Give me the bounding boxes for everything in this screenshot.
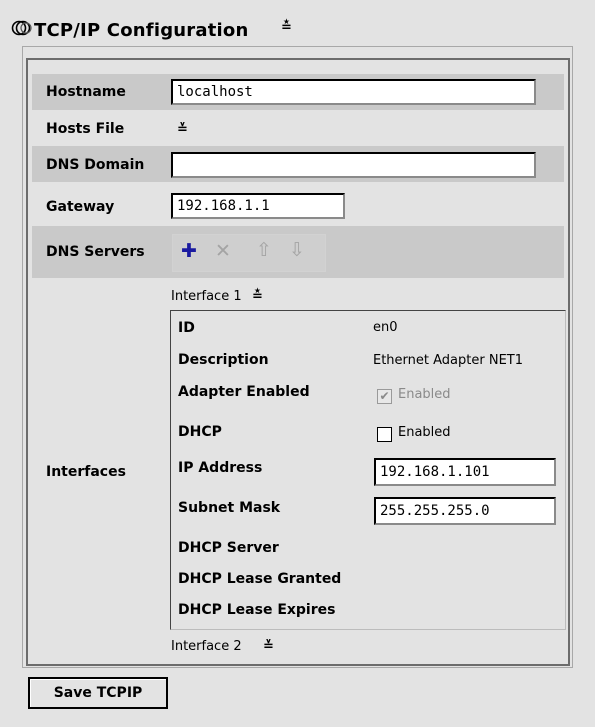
dns-servers-label: DNS Servers	[46, 244, 145, 260]
dns-domain-label: DNS Domain	[46, 157, 145, 173]
adapter-enabled-text: Enabled	[398, 387, 451, 402]
adapter-enabled-label: Adapter Enabled	[178, 384, 310, 400]
dhcp-server-label: DHCP Server	[178, 540, 279, 556]
dhcp-lease-expires-label: DHCP Lease Expires	[178, 602, 336, 618]
gateway-label: Gateway	[46, 199, 115, 215]
remove-icon[interactable]: ✕	[215, 240, 231, 262]
collapse-section-toggle[interactable]: ≛	[281, 20, 292, 35]
interfaces-label: Interfaces	[46, 464, 126, 480]
subnet-mask-label: Subnet Mask	[178, 500, 281, 516]
description-label: Description	[178, 352, 269, 368]
hostname-input[interactable]	[171, 79, 536, 105]
network-rings-icon	[11, 20, 32, 36]
dhcp-lease-granted-label: DHCP Lease Granted	[178, 571, 342, 587]
hostname-label: Hostname	[46, 84, 126, 100]
interface-2-expand-icon[interactable]: ≚	[263, 639, 274, 654]
move-up-icon[interactable]: ⇧	[256, 239, 272, 261]
adapter-enabled-checkbox: ✔	[377, 389, 392, 404]
interface-2-header: Interface 2	[171, 639, 242, 654]
description-value: Ethernet Adapter NET1	[373, 353, 523, 368]
save-tcpip-button[interactable]: Save TCPIP	[28, 677, 168, 709]
interface-1-header: Interface 1	[171, 289, 242, 304]
id-label: ID	[178, 320, 195, 336]
dhcp-enabled-text: Enabled	[398, 425, 451, 440]
subnet-mask-input[interactable]	[374, 497, 556, 525]
dhcp-checkbox[interactable]	[377, 427, 392, 442]
id-value: en0	[373, 320, 398, 335]
interface-1-collapse-icon[interactable]: ≛	[252, 289, 263, 304]
add-icon[interactable]: ✚	[181, 240, 197, 262]
ip-address-input[interactable]	[374, 458, 556, 486]
dns-domain-input[interactable]	[171, 152, 536, 178]
gateway-input[interactable]	[171, 193, 345, 219]
hosts-file-label: Hosts File	[46, 121, 125, 137]
hosts-file-expand-icon[interactable]: ≚	[177, 122, 188, 137]
move-down-icon[interactable]: ⇩	[289, 239, 305, 261]
ip-address-label: IP Address	[178, 460, 263, 476]
dhcp-label: DHCP	[178, 424, 222, 440]
page-title: TCP/IP Configuration	[34, 20, 249, 41]
